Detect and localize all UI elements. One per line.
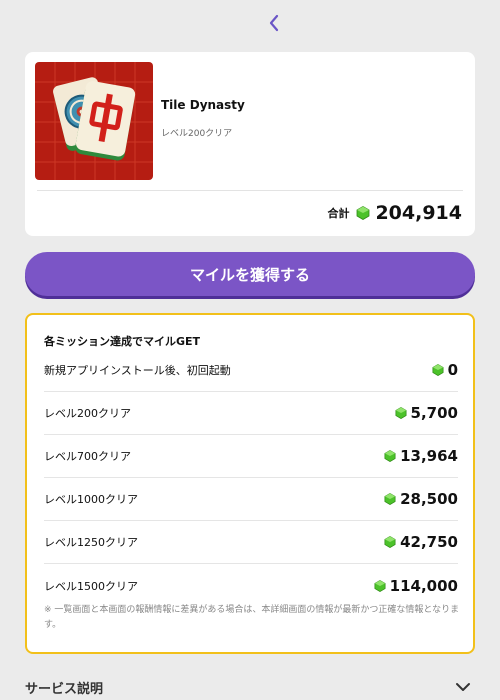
earn-miles-button[interactable]: マイルを獲得する (25, 252, 475, 296)
mission-label: レベル1000クリア (44, 493, 138, 506)
total-value: 204,914 (375, 202, 462, 224)
mission-value: 0 (447, 361, 458, 379)
gem-icon (374, 579, 386, 592)
gem-icon (395, 407, 407, 419)
total-label: 合計 (327, 207, 350, 220)
gem-icon (384, 493, 396, 505)
mission-reward: 13,964 (384, 447, 458, 465)
service-description-toggle[interactable]: サービス説明 (25, 674, 475, 700)
mission-box: 各ミッション達成でマイルGET 新規アプリインストール後、初回起動 0 レベル2… (25, 313, 475, 654)
mission-row: レベル1500クリア 114,000 (44, 564, 458, 607)
mission-row: レベル700クリア 13,964 (44, 435, 458, 478)
gem-icon (432, 364, 444, 376)
chevron-down-icon (456, 683, 470, 691)
mission-row: レベル1000クリア 28,500 (44, 478, 458, 521)
card-divider (37, 190, 463, 191)
mission-title: 各ミッション達成でマイルGET (44, 335, 201, 348)
mission-reward: 42,750 (384, 533, 458, 551)
mission-label: レベル1250クリア (44, 536, 138, 549)
top-bar (0, 0, 500, 46)
mission-note: ※ 一覧画面と本画面の報酬情報に差異がある場合は、本詳細画面の情報が最新かつ正確… (44, 605, 460, 630)
mission-value: 5,700 (410, 404, 458, 422)
app-subtitle: レベル200クリア (161, 129, 233, 139)
mission-reward: 5,700 (395, 404, 458, 422)
back-button[interactable] (262, 10, 286, 36)
mission-label: レベル700クリア (44, 450, 131, 463)
mission-label: レベル200クリア (44, 407, 131, 420)
mission-value: 13,964 (400, 447, 458, 465)
gem-icon (384, 536, 396, 548)
mahjong-tiles-icon (35, 62, 153, 180)
mission-value: 42,750 (400, 533, 458, 551)
mission-reward: 0 (432, 361, 458, 379)
mission-row: 新規アプリインストール後、初回起動 0 (44, 349, 458, 392)
mission-value: 114,000 (389, 576, 458, 595)
mission-row: レベル200クリア 5,700 (44, 392, 458, 435)
mission-reward: 28,500 (384, 490, 458, 508)
mission-reward: 114,000 (374, 577, 458, 595)
chevron-left-icon (269, 14, 279, 32)
app-card: Tile Dynasty レベル200クリア 合計 204,914 (25, 52, 475, 236)
gem-icon (384, 450, 396, 462)
total-row: 合計 204,914 (327, 200, 462, 226)
earn-miles-label: マイルを獲得する (189, 265, 310, 284)
gem-icon (357, 206, 370, 220)
mission-row: レベル1250クリア 42,750 (44, 521, 458, 564)
mission-label: レベル1500クリア (44, 579, 138, 593)
mission-label: 新規アプリインストール後、初回起動 (44, 364, 231, 377)
mission-value: 28,500 (400, 490, 458, 508)
service-title: サービス説明 (25, 681, 104, 697)
app-name: Tile Dynasty (161, 98, 245, 112)
